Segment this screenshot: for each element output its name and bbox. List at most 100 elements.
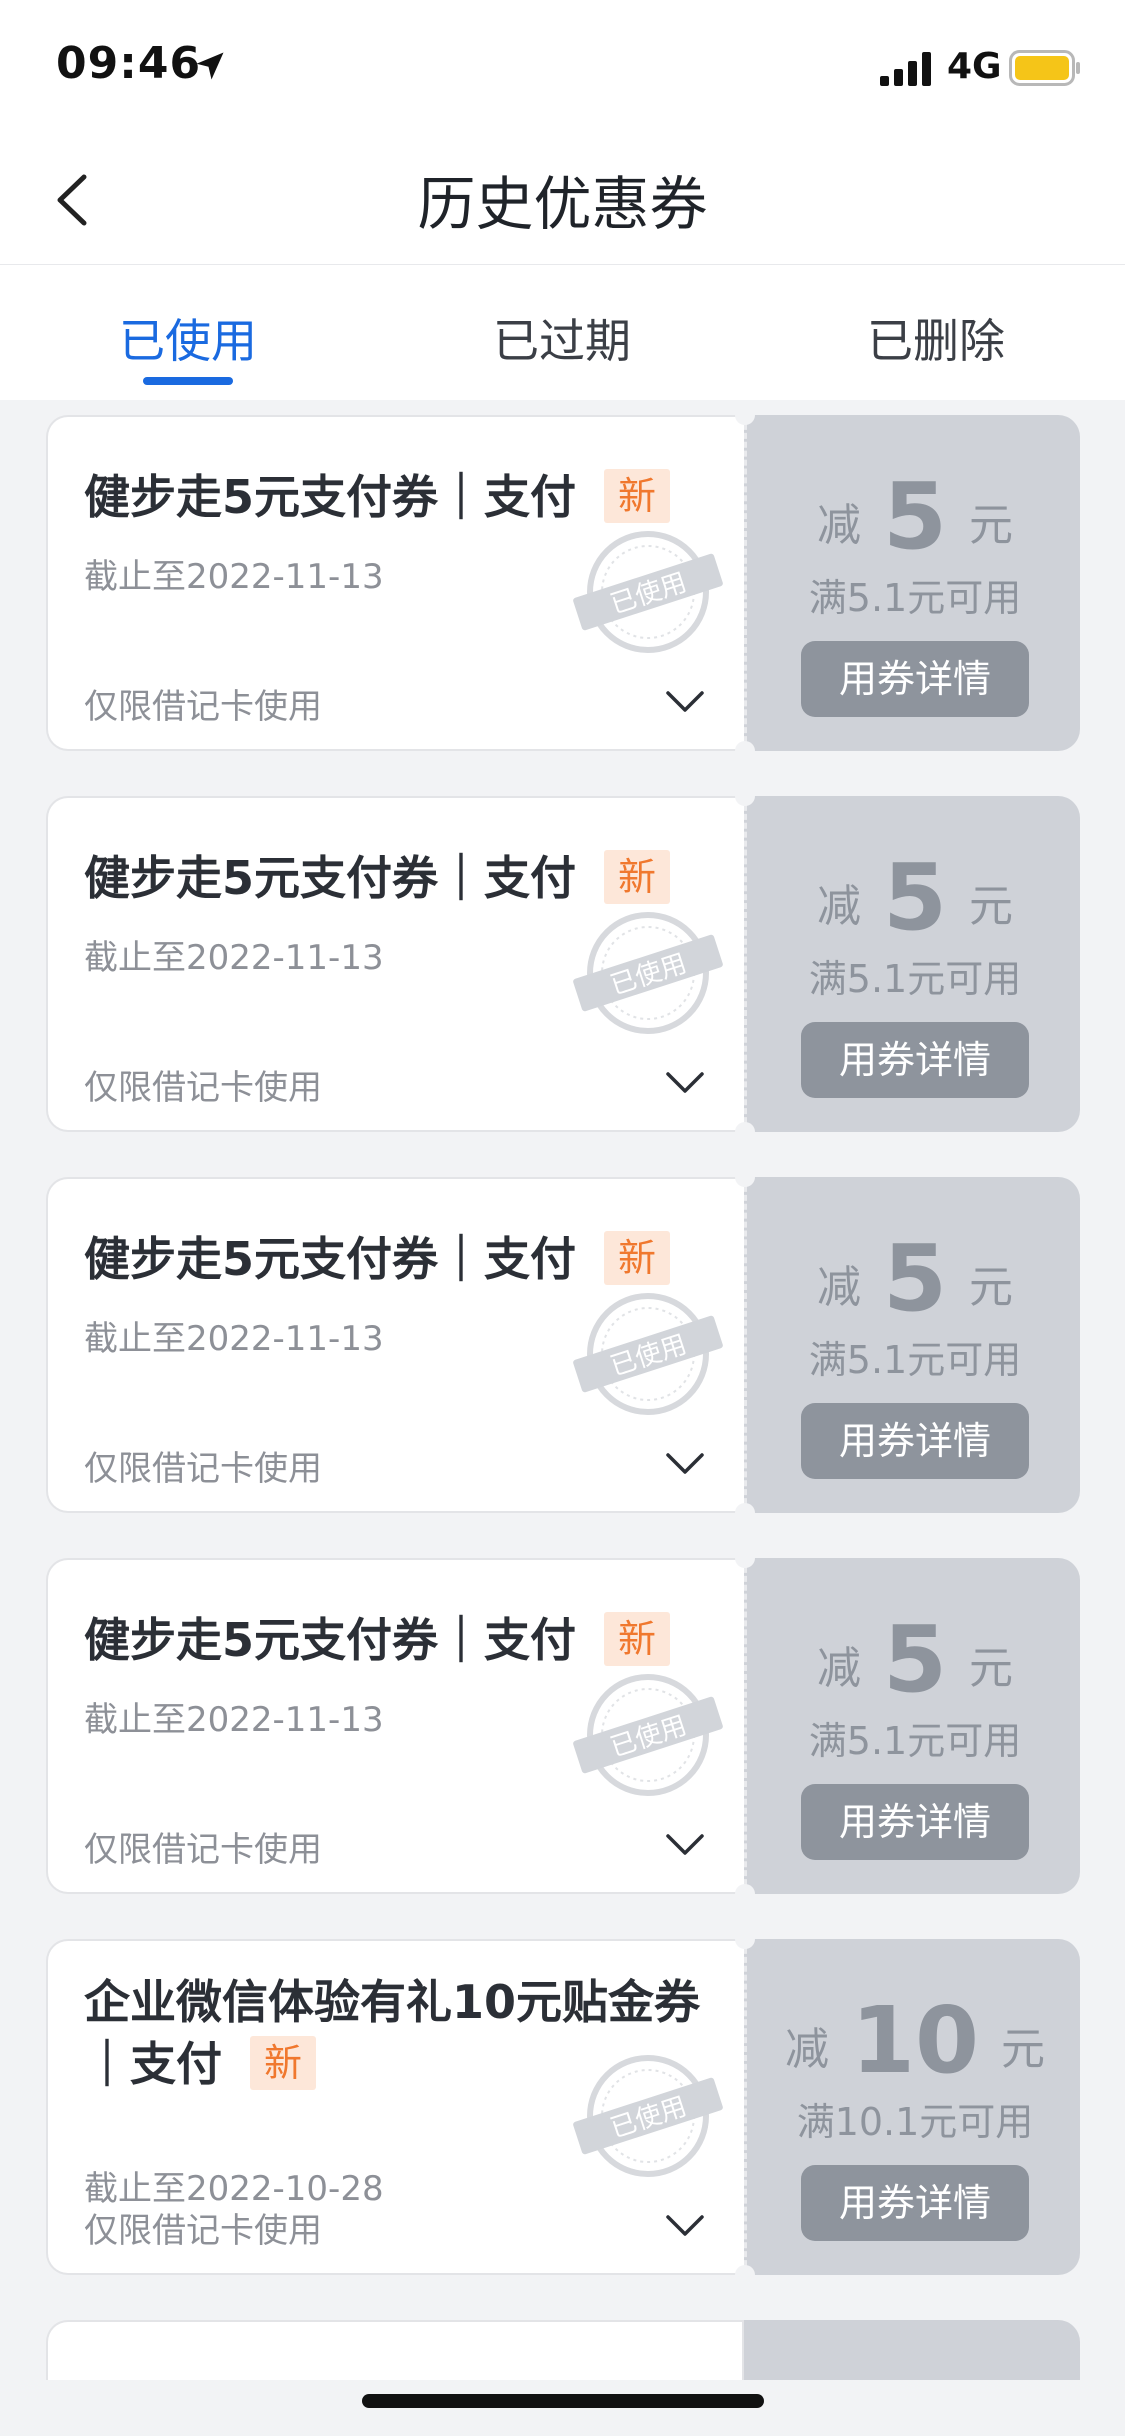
coupon-detail-button[interactable]: 用券详情 (801, 1022, 1029, 1098)
discount-condition: 满5.1元可用 (808, 1338, 1022, 1382)
coupon-limit: 仅限借记卡使用 (84, 1830, 322, 1870)
coupon-limit: 仅限借记卡使用 (84, 1449, 322, 1489)
ticket-notch (735, 405, 755, 425)
ticket-notch (735, 786, 755, 806)
used-stamp-icon: 已使用 (573, 912, 723, 1034)
coupon-limit: 仅限借记卡使用 (84, 2211, 322, 2251)
ticket-notch (735, 1929, 755, 1949)
discount-amount: 10 (850, 1987, 980, 2094)
coupon-title: 健步走5元支付券｜支付新 (84, 461, 671, 527)
chevron-down-icon[interactable] (664, 1449, 706, 1479)
tab-expired[interactable]: 已过期 (432, 305, 692, 371)
new-badge: 新 (604, 1231, 671, 1285)
discount-line: 减 10 元 (747, 1987, 1083, 2094)
tab-bar: 已使用 已过期 已删除 (0, 265, 1125, 400)
coupon-info: 健步走5元支付券｜支付新 截止至2022-11-13 仅限借记卡使用 已使用 (46, 796, 744, 1132)
discount-unit: 元 (969, 881, 1013, 932)
coupon-value-panel: 减5元 满5.1元可用 用券详情 (744, 415, 1080, 751)
coupon-info (46, 2320, 744, 2380)
coupon-info: 企业微信体验有礼10元贴金券｜支付新 截止至2022-10-28 仅限借记卡使用… (46, 1939, 744, 2275)
discount-prefix: 减 (784, 2024, 829, 2075)
discount-amount: 5 (882, 1225, 947, 1332)
location-arrow-icon (196, 52, 224, 80)
coupon-detail-button[interactable]: 用券详情 (801, 1784, 1029, 1860)
coupon-detail-button[interactable]: 用券详情 (801, 2165, 1029, 2241)
ticket-notch (735, 1122, 755, 1142)
battery-icon (1009, 50, 1080, 86)
coupon-limit: 仅限借记卡使用 (84, 1068, 322, 1108)
new-badge: 新 (604, 469, 671, 523)
discount-amount: 5 (882, 1606, 947, 1713)
used-stamp-icon: 已使用 (573, 2055, 723, 2177)
new-badge: 新 (604, 850, 671, 904)
active-tab-indicator (143, 377, 233, 385)
discount-line: 减5元 (747, 844, 1083, 951)
discount-unit: 元 (969, 500, 1013, 551)
status-bar: 09:46 4G (0, 0, 1125, 135)
coupon-info: 健步走5元支付券｜支付新 截止至2022-11-13 仅限借记卡使用 已使用 (46, 1177, 744, 1513)
coupon-expiry: 截止至2022-11-13 (84, 1700, 384, 1740)
coupon-card[interactable]: 企业微信体验有礼10元贴金券｜支付新 截止至2022-10-28 仅限借记卡使用… (46, 1929, 1080, 2285)
coupon-title-text: 健步走5元支付券｜支付 (84, 851, 577, 905)
chevron-down-icon[interactable] (664, 687, 706, 717)
coupon-limit: 仅限借记卡使用 (84, 687, 322, 727)
coupon-value-panel: 减 10 元 满10.1元可用 用券详情 (744, 1939, 1080, 2275)
discount-condition: 满10.1元可用 (796, 2100, 1034, 2144)
coupon-card[interactable]: 健步走5元支付券｜支付新 截止至2022-11-13 仅限借记卡使用 已使用 减… (46, 1167, 1080, 1523)
coupon-value-panel: 减5元 满5.1元可用 用券详情 (744, 1177, 1080, 1513)
discount-unit: 元 (1001, 2024, 1046, 2075)
ticket-notch (735, 1884, 755, 1904)
chevron-down-icon[interactable] (664, 2211, 706, 2241)
discount-prefix: 减 (816, 1643, 861, 1694)
discount-prefix: 减 (816, 1262, 861, 1313)
discount-condition: 满5.1元可用 (808, 957, 1022, 1001)
chevron-down-icon[interactable] (664, 1068, 706, 1098)
coupon-expiry: 截止至2022-11-13 (84, 1319, 384, 1359)
signal-icon (880, 52, 931, 86)
discount-prefix: 减 (816, 881, 861, 932)
new-badge: 新 (250, 2036, 317, 2090)
coupon-value-panel (744, 2320, 1080, 2380)
coupon-expiry: 截止至2022-11-13 (84, 557, 384, 597)
coupon-value-panel: 减5元 满5.1元可用 用券详情 (744, 796, 1080, 1132)
ticket-notch (735, 741, 755, 761)
coupon-title-text: 健步走5元支付券｜支付 (84, 1613, 577, 1667)
coupon-title-text: 健步走5元支付券｜支付 (84, 470, 577, 524)
coupon-detail-button[interactable]: 用券详情 (801, 1403, 1029, 1479)
used-stamp-icon: 已使用 (573, 1293, 723, 1415)
coupon-info: 健步走5元支付券｜支付新 截止至2022-11-13 仅限借记卡使用 已使用 (46, 415, 744, 751)
coupon-card[interactable]: 健步走5元支付券｜支付新 截止至2022-11-13 仅限借记卡使用 已使用 减… (46, 786, 1080, 1142)
chevron-down-icon[interactable] (664, 1830, 706, 1860)
ticket-notch (735, 2265, 755, 2285)
discount-amount: 5 (882, 463, 947, 570)
coupon-expiry: 截止至2022-11-13 (84, 938, 384, 978)
discount-unit: 元 (969, 1643, 1013, 1694)
coupon-title: 健步走5元支付券｜支付新 (84, 1604, 671, 1670)
used-stamp-icon: 已使用 (573, 531, 723, 653)
discount-prefix: 减 (816, 500, 861, 551)
discount-condition: 满5.1元可用 (808, 576, 1022, 620)
discount-amount: 5 (882, 844, 947, 951)
coupon-info: 健步走5元支付券｜支付新 截止至2022-11-13 仅限借记卡使用 已使用 (46, 1558, 744, 1894)
home-indicator[interactable] (362, 2394, 764, 2408)
ticket-notch (735, 1548, 755, 1568)
page-title: 历史优惠券 (417, 170, 708, 238)
coupon-detail-button[interactable]: 用券详情 (801, 641, 1029, 717)
network-type: 4G (947, 46, 1002, 87)
coupon-list: 健步走5元支付券｜支付新 截止至2022-11-13 仅限借记卡使用 已使用 减… (46, 405, 1080, 2320)
coupon-title: 健步走5元支付券｜支付新 (84, 842, 671, 908)
coupon-card[interactable]: 健步走5元支付券｜支付新 截止至2022-11-13 仅限借记卡使用 已使用 减… (46, 1548, 1080, 1904)
coupon-card-partial[interactable] (46, 2320, 1080, 2380)
ticket-notch (735, 1503, 755, 1523)
tab-used[interactable]: 已使用 (58, 305, 318, 371)
coupon-card[interactable]: 健步走5元支付券｜支付新 截止至2022-11-13 仅限借记卡使用 已使用 减… (46, 405, 1080, 761)
coupon-value-panel: 减5元 满5.1元可用 用券详情 (744, 1558, 1080, 1894)
navigation-bar: 历史优惠券 (0, 135, 1125, 265)
used-stamp-icon: 已使用 (573, 1674, 723, 1796)
top-bar: 09:46 4G 历史优惠券 (0, 0, 1125, 265)
tab-deleted[interactable]: 已删除 (806, 305, 1066, 371)
status-time: 09:46 (56, 38, 202, 89)
coupon-title: 健步走5元支付券｜支付新 (84, 1223, 671, 1289)
discount-condition: 满5.1元可用 (808, 1719, 1022, 1763)
ticket-notch (735, 1167, 755, 1187)
